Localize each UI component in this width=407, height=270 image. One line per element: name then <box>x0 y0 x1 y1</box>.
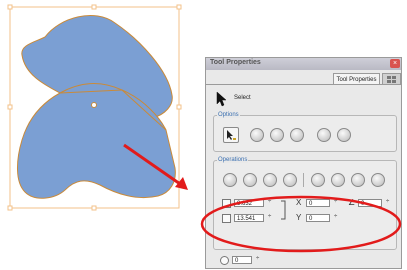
flip-horizontal-icon[interactable] <box>223 173 237 187</box>
snap-grid-alt-icon[interactable] <box>290 128 304 142</box>
handle-middle-right[interactable] <box>176 104 182 110</box>
snap-contour-icon[interactable] <box>223 127 239 143</box>
flip-vertical-icon[interactable] <box>243 173 257 187</box>
edit-icon[interactable] <box>331 173 345 187</box>
rotate-ccw-icon[interactable] <box>263 173 277 187</box>
panel-title: Tool Properties <box>210 59 261 66</box>
snap-grid-icon[interactable] <box>270 128 284 142</box>
print-icon[interactable] <box>317 128 331 142</box>
rotate-cw-icon[interactable] <box>283 173 297 187</box>
lock-ratio-icon[interactable] <box>280 200 288 220</box>
extra-setting-icon <box>220 256 229 265</box>
options-group: Options <box>213 112 397 152</box>
operations-separator <box>303 173 304 187</box>
tab-grid-icon <box>386 76 396 83</box>
height-stepper[interactable]: ÷ <box>268 214 271 220</box>
pivot-point[interactable] <box>91 102 97 108</box>
width-icon <box>222 199 231 208</box>
width-stepper[interactable]: ÷ <box>268 199 271 205</box>
height-field[interactable]: 13.541 <box>234 214 264 222</box>
operations-group: Operations 8.632 ÷ X 0 ÷ ∠ 0 ÷ 13.541 ÷ … <box>213 157 397 250</box>
width-field[interactable]: 8.632 <box>234 199 264 207</box>
tab-divider <box>206 84 401 85</box>
extra-setting-stepper[interactable]: ÷ <box>256 256 259 262</box>
apply-icon[interactable] <box>337 128 351 142</box>
angle-field[interactable]: 0 <box>358 199 382 207</box>
angle-icon: ∠ <box>348 198 356 207</box>
options-group-label: Options <box>217 112 240 118</box>
angle-stepper[interactable]: ÷ <box>386 199 389 205</box>
select-tool-icon[interactable] <box>215 91 229 107</box>
extra-setting-field[interactable]: 0 <box>232 256 252 264</box>
align-icon[interactable] <box>311 173 325 187</box>
y-offset-field[interactable]: 0 <box>306 214 330 222</box>
y-offset-stepper[interactable]: ÷ <box>334 214 337 220</box>
handle-middle-left[interactable] <box>7 104 13 110</box>
handle-top-right[interactable] <box>176 4 182 10</box>
y-offset-icon: Y <box>296 213 302 222</box>
handle-top-center[interactable] <box>91 4 97 10</box>
snap-point-icon[interactable] <box>250 128 264 142</box>
select-tool-label: Select <box>234 95 251 101</box>
x-offset-stepper[interactable]: ÷ <box>334 199 337 205</box>
handle-bottom-left[interactable] <box>7 205 13 211</box>
operations-group-label: Operations <box>217 157 249 163</box>
color-icon[interactable] <box>351 173 365 187</box>
x-offset-icon: X <box>296 198 302 207</box>
handle-bottom-center[interactable] <box>91 205 97 211</box>
tool-properties-panel: Tool Properties × Tool Properties Select… <box>205 57 402 269</box>
bucket-icon[interactable] <box>371 173 385 187</box>
panel-title-bar[interactable]: Tool Properties × <box>206 58 401 70</box>
close-button[interactable]: × <box>390 59 400 68</box>
x-offset-field[interactable]: 0 <box>306 199 330 207</box>
height-icon <box>222 214 231 223</box>
handle-top-left[interactable] <box>7 4 13 10</box>
